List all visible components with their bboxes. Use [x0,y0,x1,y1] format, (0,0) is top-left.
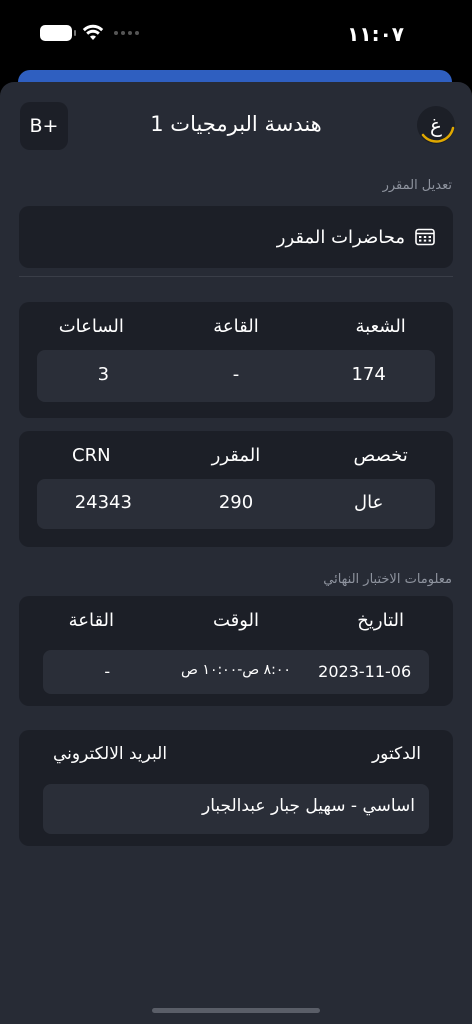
course-value: 290 [218,492,254,513]
status-bar: ١١:٠٧ [0,0,472,70]
date-value: 2023-11-06 [318,662,412,681]
exam-room-header: القاعة [68,610,115,631]
doctor-label: الدكتور [371,744,421,764]
hours-header: الساعات [58,316,124,337]
exam-room-value: - [104,662,111,681]
page-title: هندسة البرمجيات 1 [150,112,322,136]
final-exam-values-box: 2023-11-06 ٨:٠٠ ص-١٠:٠٠ ص - [43,650,429,694]
status-icons [40,24,139,42]
course-info-values: عال 290 24343 [37,492,435,513]
room-header: القاعة [213,316,259,337]
battery-icon [40,25,76,41]
course-info-headers: تخصص المقرر CRN [19,445,453,466]
doctor-name: اساسي - سهيل جبار عبدالجبار [201,796,415,816]
course-info-card: تخصص المقرر CRN عال 290 24343 [19,431,453,547]
date-header: التاريخ [357,610,405,631]
hours-value: 3 [97,364,110,385]
avatar[interactable]: غ [417,106,455,144]
final-exam-label: معلومات الاختبار النهائي [323,572,452,587]
room-value: - [232,364,240,385]
email-label: البريد الالكتروني [53,744,168,764]
final-exam-card: التاريخ الوقت القاعة 2023-11-06 ٨:٠٠ ص-١… [19,596,453,706]
crn-header: CRN [72,445,111,466]
time-header: الوقت [212,610,260,631]
course-lectures-label: محاضرات المقرر [276,226,405,248]
final-exam-headers: التاريخ الوقت القاعة [19,610,453,631]
edit-course-label: تعديل المقرر [382,178,452,193]
divider [19,276,453,277]
status-time: ١١:٠٧ [347,22,404,46]
final-exam-values: 2023-11-06 ٨:٠٠ ص-١٠:٠٠ ص - [43,662,429,681]
section-value: 174 [351,364,386,385]
section-info-card: الشعبة القاعة الساعات 174 - 3 [19,302,453,418]
section-header: الشعبة [355,316,406,337]
wifi-icon [82,24,104,40]
grade-button[interactable]: B+ [20,102,68,150]
instructor-card: الدكتور البريد الالكتروني اساسي - سهيل ج… [19,730,453,846]
calendar-icon [415,228,435,246]
time-value: ٨:٠٠ ص-١٠:٠٠ ص [181,662,291,678]
doctor-name-box: اساسي - سهيل جبار عبدالجبار [43,784,429,834]
signal-icon [114,31,139,35]
header: B+ هندسة البرمجيات 1 غ [0,102,472,152]
course-header: المقرر [211,445,261,466]
section-info-values-box: 174 - 3 [37,350,435,402]
major-value: عال [354,492,384,513]
section-info-headers: الشعبة القاعة الساعات [19,316,453,337]
course-lectures-button[interactable]: محاضرات المقرر [19,206,453,268]
major-header: تخصص [353,445,408,466]
course-details-sheet: B+ هندسة البرمجيات 1 غ تعديل المقرر محاض… [0,82,472,1024]
crn-value: 24343 [74,492,132,513]
course-info-values-box: عال 290 24343 [37,479,435,529]
section-info-values: 174 - 3 [37,364,435,385]
avatar-ring-icon [421,126,455,143]
home-indicator [152,1008,320,1013]
